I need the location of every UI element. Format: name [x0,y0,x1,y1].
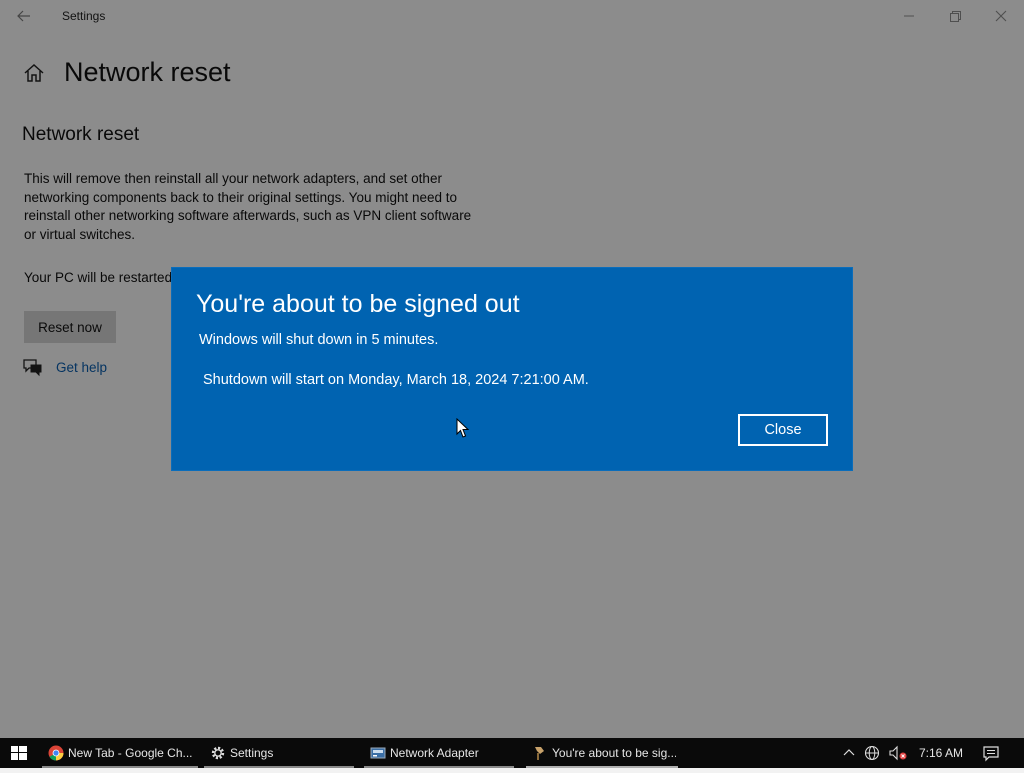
taskbar: New Tab - Google Ch... Settings Network … [0,738,1024,768]
system-clock[interactable]: 7:16 AM [919,746,963,760]
taskbar-item-settings[interactable]: Settings [204,738,356,768]
dialog-shutdown-time: Shutdown will start on Monday, March 18,… [203,372,589,388]
sign-out-dialog: You're about to be signed out Windows wi… [172,268,852,470]
taskbar-item-shutdown-dialog[interactable]: You're about to be sig... [526,738,678,768]
windows-start-icon[interactable] [0,738,38,768]
chevron-up-icon[interactable] [841,745,857,761]
dialog-title: You're about to be signed out [196,290,520,318]
shutdown-dialog-icon [532,745,548,761]
dialog-message: Windows will shut down in 5 minutes. [199,332,439,348]
taskbar-item-label: New Tab - Google Ch... [68,746,193,760]
taskbar-item-label: You're about to be sig... [552,746,676,760]
gear-icon [210,745,226,761]
network-adapter-icon [370,745,386,761]
notification-center-icon[interactable] [982,744,1000,762]
mouse-cursor-icon [456,417,470,439]
volume-muted-icon[interactable] [888,745,908,761]
taskbar-item-chrome[interactable]: New Tab - Google Ch... [42,738,200,768]
chrome-icon [48,745,64,761]
taskbar-item-label: Settings [230,746,274,760]
taskbar-item-label: Network Adapter [390,746,479,760]
close-button[interactable]: Close [738,414,828,446]
network-globe-icon[interactable] [864,745,882,761]
taskbar-item-network-adapter[interactable]: Network Adapter [364,738,516,768]
